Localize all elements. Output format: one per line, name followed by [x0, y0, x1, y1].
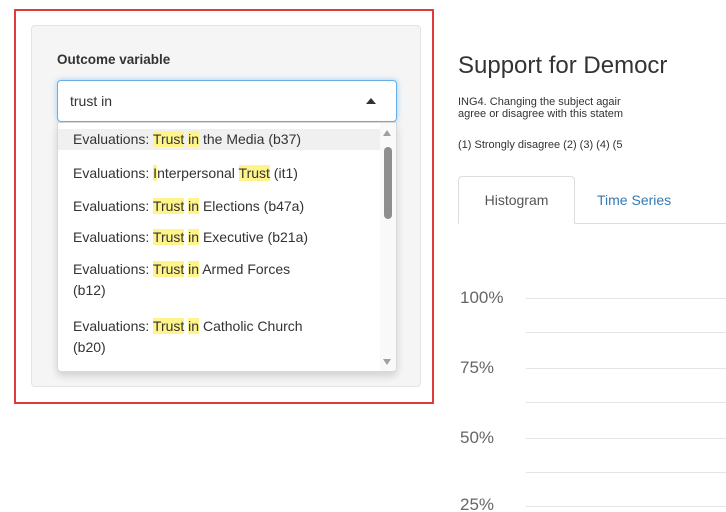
scroll-down-arrow-icon[interactable] — [383, 359, 391, 365]
tab-time-series[interactable]: Time Series — [597, 176, 671, 224]
dropdown-scrollbar[interactable] — [380, 123, 396, 371]
caret-up-icon[interactable] — [366, 98, 376, 104]
page-title: Support for Democr — [458, 52, 668, 79]
outcome-variable-select[interactable]: trust in — [57, 80, 397, 122]
outcome-dropdown-list: Evaluations: Trust in the Media (b37) Ev… — [57, 122, 397, 372]
dropdown-option[interactable]: Evaluations: Trust in Elections (b47a) — [58, 196, 380, 217]
y-axis-tick-label: 100% — [460, 288, 504, 307]
y-axis-tick-label: 75% — [460, 358, 495, 377]
y-axis-tick-label: 50% — [460, 428, 495, 447]
gridline-minor — [526, 332, 726, 333]
gridline-minor — [526, 472, 726, 473]
dropdown-option[interactable]: Evaluations: Interpersonal Trust (it1) — [58, 163, 380, 184]
scroll-up-arrow-icon[interactable] — [383, 130, 391, 136]
y-axis-tick-label: 25% — [460, 495, 495, 512]
gridline — [526, 298, 726, 299]
tab-histogram[interactable]: Histogram — [458, 176, 575, 224]
question-text: ING4. Changing the subject agair agree o… — [458, 96, 624, 120]
gridline — [526, 506, 726, 507]
outcome-variable-label: Outcome variable — [57, 52, 171, 67]
dropdown-option[interactable]: Evaluations: Trust in Catholic Church (b2… — [58, 316, 380, 358]
response-scale-text: (1) Strongly disagree (2) (3) (4) (5 — [458, 139, 623, 151]
outcome-search-input[interactable]: trust in — [70, 93, 112, 109]
scrollbar-thumb[interactable] — [384, 147, 392, 219]
gridline — [526, 438, 726, 439]
dropdown-option[interactable]: Evaluations: Trust in the Media (b37) — [58, 129, 380, 150]
gridline-minor — [526, 402, 726, 403]
gridline — [526, 368, 726, 369]
app-root: Outcome variable trust in Evaluations: T… — [0, 0, 726, 512]
dropdown-option[interactable]: Evaluations: Trust in Executive (b21a) — [58, 227, 380, 248]
dropdown-option[interactable]: Evaluations: Trust in Armed Forces (b12) — [58, 259, 380, 301]
